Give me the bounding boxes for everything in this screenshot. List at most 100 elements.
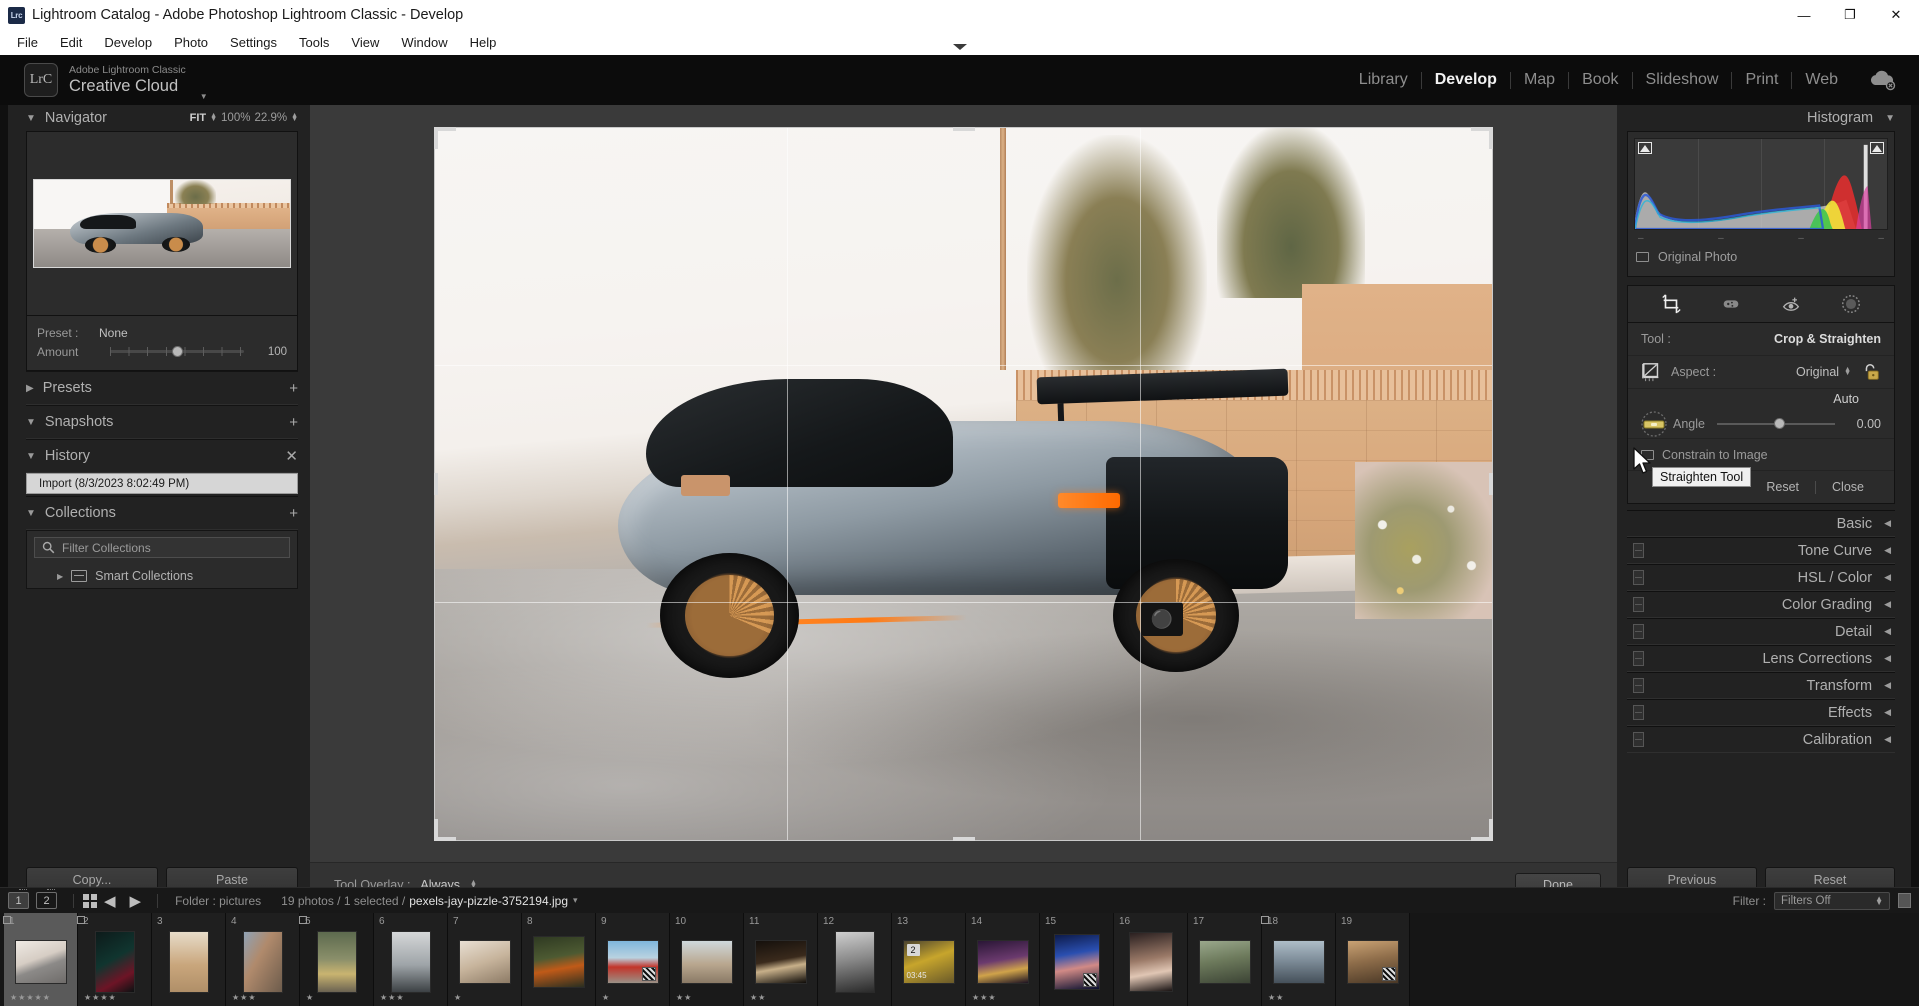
filmstrip-thumbnail[interactable]: 1 ★★★★★	[3, 913, 78, 1006]
amount-slider-knob[interactable]	[171, 346, 183, 357]
develop-badge-icon[interactable]	[641, 966, 656, 981]
calibration-enable-switch[interactable]	[1633, 732, 1644, 747]
module-map[interactable]: Map	[1511, 71, 1568, 89]
module-book[interactable]: Book	[1569, 71, 1631, 89]
smart-collections-triangle-icon[interactable]: ▶	[57, 572, 63, 581]
filmstrip-thumbnail[interactable]: 9 ★	[596, 913, 670, 1006]
amount-row[interactable]: Amount 100	[37, 342, 287, 361]
thumbnail-rating[interactable]: ★★	[1268, 993, 1284, 1002]
navigator-100-label[interactable]: 100%	[221, 112, 250, 124]
aspect-stepper-icon[interactable]: ▲ ▼	[1844, 366, 1851, 377]
navigator-preview[interactable]	[26, 131, 298, 316]
collections-header[interactable]: ▼ Collections +	[26, 497, 298, 529]
amount-value[interactable]: 100	[255, 346, 287, 358]
red-eye-correction-icon[interactable]	[1780, 293, 1802, 315]
filmstrip-thumbnail[interactable]: 7 ★	[448, 913, 522, 1006]
folder-label[interactable]: Folder : pictures	[175, 894, 261, 908]
original-photo-toggle[interactable]: Original Photo	[1634, 244, 1888, 270]
navigator-header[interactable]: ▼ Navigator FIT ▲ ▼ 100% 22.9% ▲ ▼	[26, 105, 298, 131]
menu-item-help[interactable]: Help	[459, 32, 508, 53]
maximize-button[interactable]: ❐	[1827, 0, 1873, 30]
shadow-clipping-icon[interactable]	[1638, 142, 1652, 154]
thumbnail-rating[interactable]: ★★★★	[84, 993, 117, 1002]
filmstrip-thumbnail[interactable]: 19	[1336, 913, 1410, 1006]
crop-handle-top-left-v[interactable]	[434, 126, 438, 149]
menu-item-view[interactable]: View	[340, 32, 390, 53]
spot-removal-icon[interactable]	[1720, 293, 1742, 315]
cloud-sync-icon[interactable]	[1867, 69, 1897, 91]
history-triangle-icon[interactable]: ▼	[26, 451, 36, 462]
filter-stepper-icon[interactable]: ▲ ▼	[1875, 894, 1883, 906]
angle-row[interactable]: Angle 0.00	[1628, 409, 1894, 439]
crop-handle-top-right-v[interactable]	[1489, 126, 1493, 149]
menu-item-photo[interactable]: Photo	[163, 32, 219, 53]
develop-section-color-grading[interactable]: Color Grading ◀	[1627, 591, 1895, 618]
thumbnail-rating[interactable]: ★★★	[232, 993, 257, 1002]
tone-curve-enable-switch[interactable]	[1633, 543, 1644, 558]
effects-triangle-icon[interactable]: ◀	[1884, 707, 1891, 718]
module-slideshow[interactable]: Slideshow	[1633, 71, 1732, 89]
hsl-color-enable-switch[interactable]	[1633, 570, 1644, 585]
image-stage[interactable]: ⚫	[310, 105, 1617, 862]
detail-triangle-icon[interactable]: ◀	[1884, 626, 1891, 637]
thumbnail-rating[interactable]: ★★	[750, 993, 766, 1002]
effects-enable-switch[interactable]	[1633, 705, 1644, 720]
develop-section-tone-curve[interactable]: Tone Curve ◀	[1627, 537, 1895, 564]
develop-section-lens-corrections[interactable]: Lens Corrections ◀	[1627, 645, 1895, 672]
navigator-triangle-icon[interactable]: ▼	[26, 113, 36, 124]
grid-view-icon[interactable]	[83, 893, 97, 908]
lens-corrections-triangle-icon[interactable]: ◀	[1884, 653, 1891, 664]
preset-row[interactable]: Preset : None	[37, 323, 287, 342]
develop-section-detail[interactable]: Detail ◀	[1627, 618, 1895, 645]
minimize-button[interactable]: —	[1781, 0, 1827, 30]
menu-item-window[interactable]: Window	[390, 32, 458, 53]
collections-add-icon[interactable]: +	[289, 505, 298, 522]
collections-triangle-icon[interactable]: ▼	[26, 508, 36, 519]
develop-badge-icon[interactable]	[1381, 966, 1396, 981]
close-button[interactable]: ✕	[1873, 0, 1919, 30]
current-filename-text[interactable]: pexels-jay-pizzle-3752194.jpg	[409, 894, 568, 908]
develop-section-hsl-color[interactable]: HSL / Color ◀	[1627, 564, 1895, 591]
develop-section-basic[interactable]: Basic ◀	[1627, 510, 1895, 537]
thumbnail-rating[interactable]: ★★★	[380, 993, 405, 1002]
history-clear-icon[interactable]: ✕	[285, 447, 298, 465]
module-library[interactable]: Library	[1346, 71, 1421, 89]
develop-badge-icon[interactable]	[1082, 972, 1097, 987]
filter-select[interactable]: Filters Off ▲ ▼	[1774, 891, 1890, 910]
tone-curve-triangle-icon[interactable]: ◀	[1884, 545, 1891, 556]
page-indicator-2[interactable]: 2	[36, 889, 57, 909]
menu-item-develop[interactable]: Develop	[93, 32, 163, 53]
filmstrip-thumbnail[interactable]: 2 ★★★★	[77, 913, 152, 1006]
navigator-zoom-stepper-icon[interactable]: ▲ ▼	[291, 112, 298, 123]
hsl-color-triangle-icon[interactable]: ◀	[1884, 572, 1891, 583]
basic-triangle-icon[interactable]: ◀	[1884, 518, 1891, 529]
crop-handle-top[interactable]	[952, 126, 975, 131]
calibration-triangle-icon[interactable]: ◀	[1884, 734, 1891, 745]
color-grading-enable-switch[interactable]	[1633, 597, 1644, 612]
module-develop[interactable]: Develop	[1422, 71, 1510, 89]
presets-triangle-icon[interactable]: ▶	[26, 383, 34, 394]
crop-handle-bottom-right-v[interactable]	[1489, 818, 1493, 841]
preset-value[interactable]: None	[99, 326, 128, 340]
go-forward-icon[interactable]: ▶	[130, 892, 142, 910]
filmstrip-thumbnail[interactable]: 15	[1040, 913, 1114, 1006]
thumbnail-rating[interactable]: ★★★★★	[10, 993, 51, 1002]
collections-filter[interactable]: Filter Collections	[34, 537, 290, 558]
menu-item-settings[interactable]: Settings	[219, 32, 288, 53]
filmstrip-thumbnail[interactable]: 10 ★★	[670, 913, 744, 1006]
crop-handle-bottom[interactable]	[952, 836, 975, 841]
filmstrip-thumbnail[interactable]: 3	[152, 913, 226, 1006]
filmstrip[interactable]: 1 ★★★★★ 2 ★★★★ 3 4 ★★★ 5 ★ 6 ★★★ 7 ★ 8 9 ★ 10 ★★ 11 ★★ 12 13 2…	[0, 913, 1919, 1006]
snapshots-triangle-icon[interactable]: ▼	[26, 417, 36, 428]
unlocked-padlock-icon[interactable]	[1861, 362, 1881, 382]
crop-handle-right[interactable]	[1489, 472, 1493, 495]
menu-item-edit[interactable]: Edit	[49, 32, 93, 53]
crop-handle-bottom-left-v[interactable]	[434, 818, 438, 841]
develop-section-transform[interactable]: Transform ◀	[1627, 672, 1895, 699]
filmstrip-thumbnail[interactable]: 8	[522, 913, 596, 1006]
original-photo-checkbox[interactable]	[1636, 252, 1649, 262]
identity-caret-icon[interactable]: ▼	[200, 92, 208, 101]
angle-value[interactable]: 0.00	[1847, 417, 1881, 431]
thumbnail-rating[interactable]: ★★	[676, 993, 692, 1002]
thumbnail-rating[interactable]: ★	[306, 993, 314, 1002]
